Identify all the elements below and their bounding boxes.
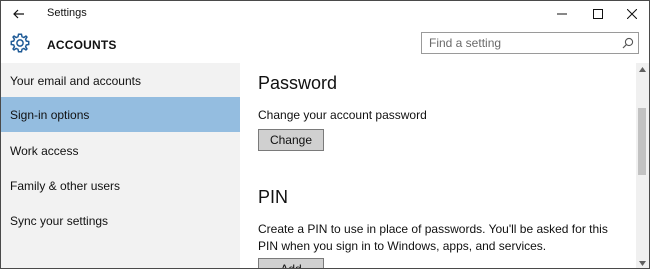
chevron-up-icon	[639, 66, 646, 72]
scroll-down-button[interactable]	[636, 257, 649, 268]
sidebar-item-label: Sign-in options	[10, 107, 90, 122]
back-arrow-icon	[13, 9, 24, 19]
password-heading: Password	[258, 73, 338, 93]
sidebar-item-family-users[interactable]: Family & other users	[1, 168, 240, 203]
back-button[interactable]	[1, 1, 37, 27]
sidebar: Your email and accounts Sign-in options …	[1, 63, 240, 268]
sidebar-item-email-accounts[interactable]: Your email and accounts	[1, 63, 240, 98]
sidebar-item-sync-settings[interactable]: Sync your settings	[1, 203, 240, 238]
main-content: Password Change your account password Ch…	[240, 63, 636, 268]
scroll-thumb[interactable]	[638, 108, 646, 175]
maximize-button[interactable]	[581, 1, 615, 27]
sidebar-item-label: Your email and accounts	[10, 73, 141, 88]
minimize-button[interactable]	[545, 1, 579, 27]
page-title: ACCOUNTS	[47, 38, 117, 52]
sidebar-item-label: Family & other users	[10, 178, 121, 193]
search-icon[interactable]	[622, 37, 634, 49]
search-box[interactable]	[421, 32, 639, 54]
add-pin-button[interactable]: Add	[258, 258, 324, 268]
pin-description-line2: PIN when you sign in to Windows, apps, a…	[258, 239, 547, 253]
content-scrollbar[interactable]	[636, 63, 649, 268]
settings-window: Settings ACCOUNTS Find a setting Your em…	[0, 0, 650, 269]
sidebar-item-label: Sync your settings	[10, 213, 109, 228]
chevron-down-icon	[639, 260, 646, 266]
window-title: Settings	[47, 7, 87, 19]
scroll-up-button[interactable]	[636, 63, 649, 75]
page-header: ACCOUNTS	[1, 27, 649, 63]
sidebar-item-sign-in-options[interactable]: Sign-in options	[1, 97, 240, 132]
maximize-icon	[593, 9, 603, 19]
search-input[interactable]	[422, 33, 618, 53]
sidebar-item-label: Work access	[10, 143, 79, 158]
minimize-icon	[557, 13, 567, 15]
close-button[interactable]	[615, 1, 649, 27]
title-bar: Settings	[1, 1, 649, 27]
pin-description-line1: Create a PIN to use in place of password…	[258, 222, 608, 236]
gear-icon	[10, 33, 30, 53]
change-password-button[interactable]: Change	[258, 129, 324, 151]
password-description: Change your account password	[258, 108, 427, 122]
pin-heading: PIN	[258, 187, 289, 207]
sidebar-item-work-access[interactable]: Work access	[1, 133, 240, 168]
close-icon	[627, 9, 637, 19]
